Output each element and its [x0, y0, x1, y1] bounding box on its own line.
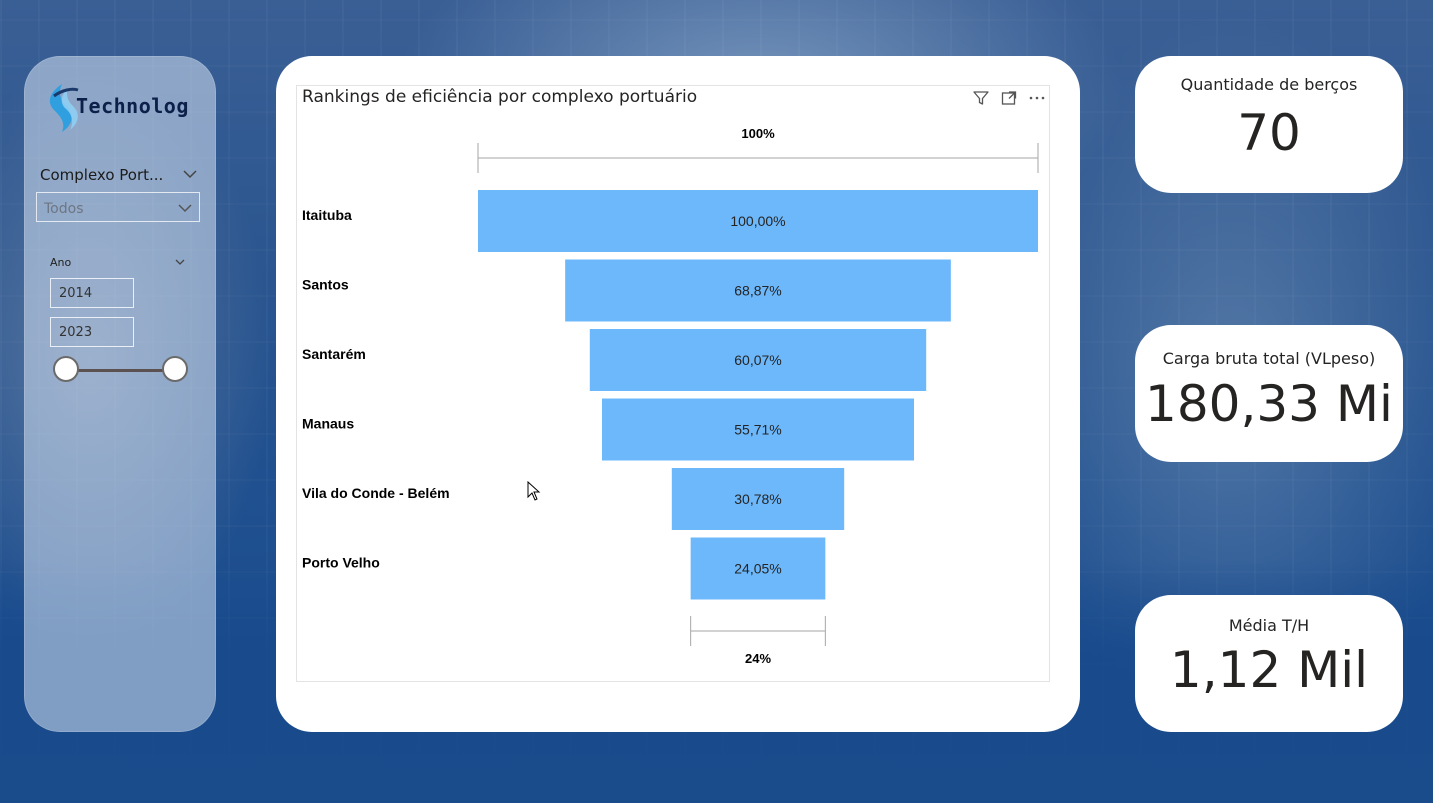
filter-panel [24, 56, 216, 732]
bar-value-label: 100,00% [730, 213, 785, 229]
kpi-card-carga: Carga bruta total (VLpeso) 180,33 Mi [1135, 325, 1403, 462]
bar-value-label: 30,78% [734, 491, 781, 507]
category-label: Santos [302, 277, 349, 293]
complexo-dropdown-value: Todos [44, 201, 84, 217]
brand-name: Technolog [76, 94, 189, 118]
kpi-label: Quantidade de berços [1180, 75, 1358, 94]
category-label: Porto Velho [302, 555, 380, 571]
bottom-percent-label: 24% [745, 651, 771, 666]
chevron-down-icon [178, 204, 192, 213]
ano-slicer-title: Ano [50, 256, 72, 269]
year-from-input[interactable]: 2014 [50, 278, 134, 308]
chevron-down-icon[interactable] [182, 166, 198, 182]
mouse-cursor-icon [527, 481, 541, 501]
slider-handle-start[interactable] [53, 356, 79, 382]
top-percent-label: 100% [741, 126, 775, 141]
year-range-slider[interactable] [66, 369, 176, 372]
kpi-value: 180,33 Mi [1145, 375, 1393, 433]
kpi-value: 70 [1237, 104, 1301, 162]
category-label: Vila do Conde - Belém [302, 485, 450, 501]
category-label: Itaituba [302, 207, 352, 223]
year-to-input[interactable]: 2023 [50, 317, 134, 347]
bar-value-label: 68,87% [734, 283, 781, 299]
chevron-down-icon[interactable] [174, 256, 186, 268]
category-label: Manaus [302, 416, 354, 432]
kpi-card-media: Média T/H 1,12 Mil [1135, 595, 1403, 732]
funnel-chart: 100% 100,00% Itaituba 68,87% Santos 60,07% San… [302, 126, 1039, 666]
complexo-slicer-title: Complexo Port... [40, 166, 164, 184]
bar-value-label: 60,07% [734, 352, 781, 368]
kpi-label: Média T/H [1228, 616, 1310, 635]
bar-value-label: 24,05% [734, 561, 781, 577]
complexo-dropdown[interactable]: Todos [36, 192, 200, 222]
slider-handle-end[interactable] [162, 356, 188, 382]
kpi-card-bercos: Quantidade de berços 70 [1135, 56, 1403, 193]
category-label: Santarém [302, 346, 366, 362]
kpi-value: 1,12 Mil [1169, 641, 1369, 699]
kpi-label: Carga bruta total (VLpeso) [1162, 349, 1376, 368]
bar-value-label: 55,71% [734, 422, 781, 438]
